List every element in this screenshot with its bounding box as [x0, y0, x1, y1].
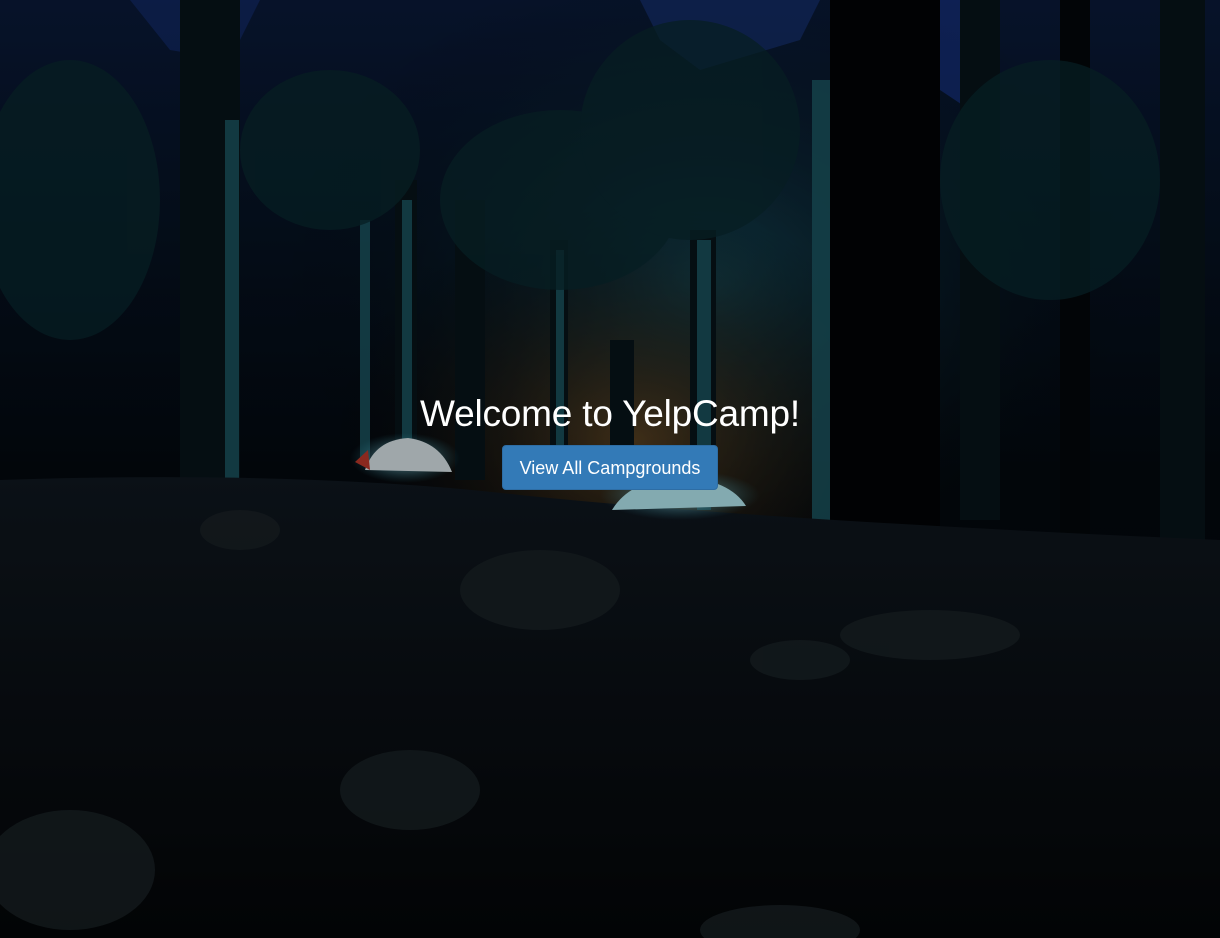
welcome-heading: Welcome to YelpCamp! [420, 393, 800, 434]
view-all-campgrounds-button[interactable]: View All Campgrounds [501, 445, 719, 490]
landing-page: Welcome to YelpCamp! View All Campground… [0, 0, 1220, 938]
hero-section: Welcome to YelpCamp! View All Campground… [0, 390, 1220, 490]
